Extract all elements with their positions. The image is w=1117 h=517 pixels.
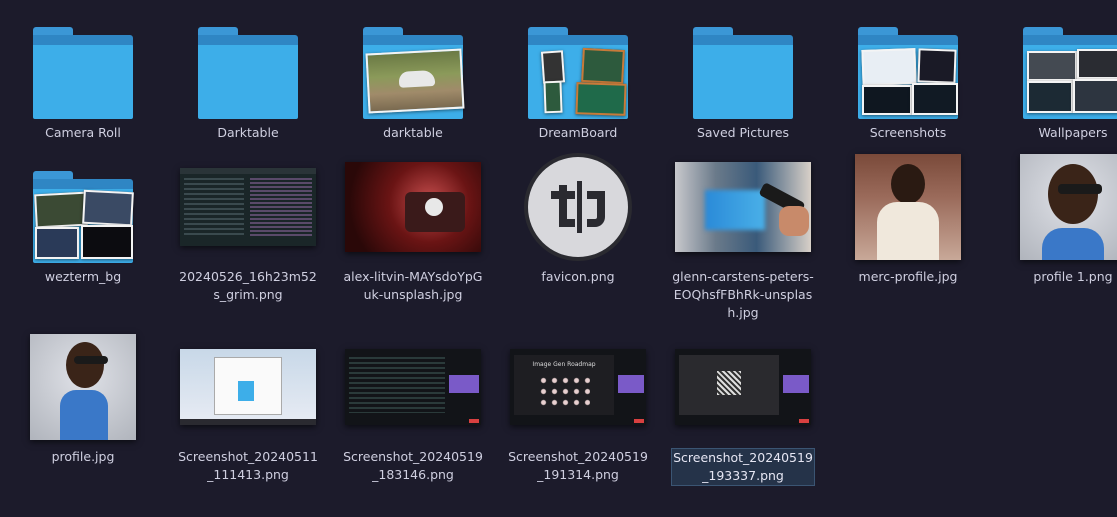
folder-icon [176, 4, 320, 122]
item-label: glenn-carstens-peters-EOQhsfFBhRk-unspla… [672, 269, 814, 320]
thumb-title-text: Image Gen Roadmap [532, 361, 596, 368]
item-label: wezterm_bg [44, 269, 122, 284]
item-label: Darktable [217, 125, 279, 140]
image-thumbnail [671, 148, 815, 266]
image-thumbnail [1001, 148, 1117, 266]
image-thumbnail [176, 148, 320, 266]
folder-saved-pictures[interactable]: Saved Pictures [671, 4, 815, 142]
folder-dreamboard[interactable]: DreamBoard [506, 4, 650, 142]
folder-icon [506, 4, 650, 122]
item-label: merc-profile.jpg [858, 269, 958, 284]
folder-screenshots[interactable]: Screenshots [836, 4, 980, 142]
folder-wezterm-bg[interactable]: wezterm_bg [11, 148, 155, 286]
folder-icon [11, 148, 155, 266]
folder-icon [671, 4, 815, 122]
image-thumbnail [11, 328, 155, 446]
file-screenshot-183146[interactable]: Screenshot_20240519_183146.png [341, 328, 485, 484]
item-label: DreamBoard [538, 125, 618, 140]
item-label: favicon.png [541, 269, 615, 284]
item-label: Camera Roll [45, 125, 121, 140]
folder-icon [1001, 4, 1117, 122]
image-thumbnail [341, 148, 485, 266]
item-label: Saved Pictures [696, 125, 790, 140]
image-thumbnail [341, 328, 485, 446]
car-photo-preview [365, 48, 465, 114]
favicon-logo-icon [551, 181, 605, 233]
item-label: Wallpapers [1038, 125, 1108, 140]
folder-icon [836, 4, 980, 122]
file-merc-profile-jpg[interactable]: merc-profile.jpg [836, 148, 980, 286]
item-label: Screenshot_20240511_111413.png [178, 449, 318, 482]
item-label: Screenshots [869, 125, 947, 140]
folder-darktable-upper[interactable]: Darktable [176, 4, 320, 142]
image-thumbnail [836, 148, 980, 266]
image-thumbnail: Image Gen Roadmap [506, 328, 650, 446]
file-screenshot-111413[interactable]: Screenshot_20240511_111413.png [176, 328, 320, 484]
folder-icon [341, 4, 485, 122]
file-alex-litvin-jpg[interactable]: alex-litvin-MAYsdoYpGuk-unsplash.jpg [341, 148, 485, 304]
file-favicon-png[interactable]: favicon.png [506, 148, 650, 286]
item-label: Screenshot_20240519_193337.png [671, 448, 815, 486]
folder-darktable[interactable]: darktable [341, 4, 485, 142]
image-thumbnail [671, 328, 815, 446]
item-label: Screenshot_20240519_191314.png [508, 449, 648, 482]
image-thumbnail [176, 328, 320, 446]
item-label: profile 1.png [1033, 269, 1113, 284]
folder-wallpapers[interactable]: Wallpapers [1001, 4, 1117, 142]
file-profile-1-png[interactable]: profile 1.png [1001, 148, 1117, 286]
item-label: profile.jpg [51, 449, 115, 464]
folder-camera-roll[interactable]: Camera Roll [11, 4, 155, 142]
file-screenshot-193337[interactable]: Screenshot_20240519_193337.png [671, 328, 815, 486]
file-profile-jpg[interactable]: profile.jpg [11, 328, 155, 466]
file-screenshot-191314[interactable]: Image Gen Roadmap Screenshot_20240519_19… [506, 328, 650, 484]
file-glenn-carstens-jpg[interactable]: glenn-carstens-peters-EOQhsfFBhRk-unspla… [671, 148, 815, 322]
item-label: Screenshot_20240519_183146.png [343, 449, 483, 482]
item-label: alex-litvin-MAYsdoYpGuk-unsplash.jpg [343, 269, 483, 302]
item-label: 20240526_16h23m52s_grim.png [179, 269, 317, 302]
file-grim-png[interactable]: 20240526_16h23m52s_grim.png [176, 148, 320, 304]
image-thumbnail [506, 148, 650, 266]
folder-icon [11, 4, 155, 122]
item-label: darktable [383, 125, 443, 140]
